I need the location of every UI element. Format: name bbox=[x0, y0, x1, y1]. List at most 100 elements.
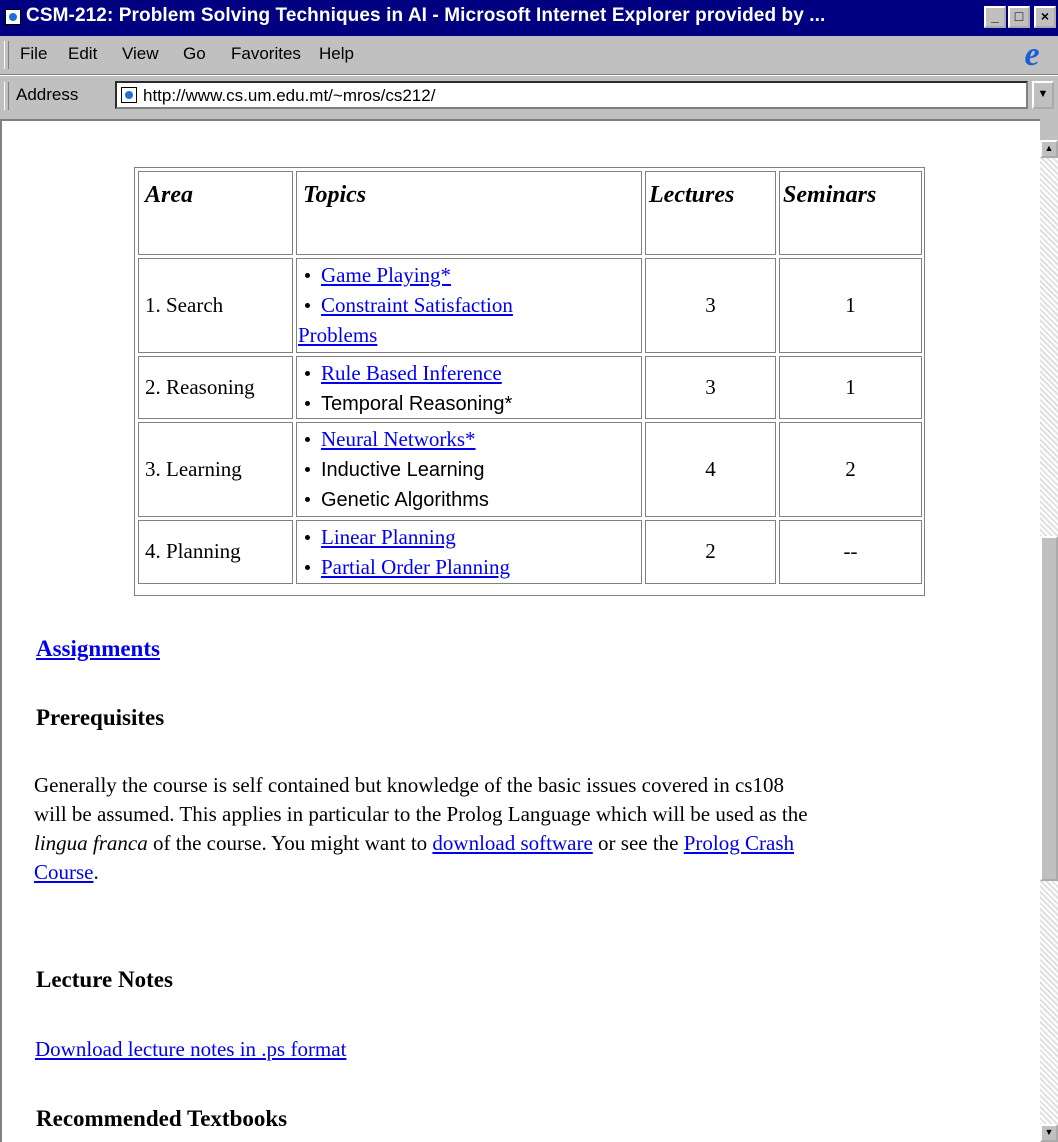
bullet-icon bbox=[305, 436, 310, 442]
menu-go[interactable]: Go bbox=[183, 44, 206, 64]
header-area: Area bbox=[138, 171, 293, 255]
ie-logo-icon: e bbox=[1024, 36, 1040, 73]
scroll-up-button[interactable]: ▲ bbox=[1040, 140, 1058, 158]
para-text: or see the bbox=[592, 831, 684, 855]
para-line-2: will be assumed. This applies in particu… bbox=[34, 802, 808, 826]
bullet-icon bbox=[305, 272, 310, 278]
menu-bar: File Edit View Go Favorites Help bbox=[0, 36, 1058, 75]
table-row-1-area: 1. Search bbox=[138, 258, 293, 353]
table-row-3-seminars: 2 bbox=[779, 422, 922, 517]
table-row-2-seminars: 1 bbox=[779, 356, 922, 419]
topic-item[interactable]: Rule Based Inference bbox=[301, 361, 502, 386]
lecture-notes-link[interactable]: Download lecture notes in .ps format bbox=[35, 1037, 346, 1062]
menu-help[interactable]: Help bbox=[319, 44, 354, 64]
header-seminars: Seminars bbox=[779, 171, 922, 255]
prerequisites-heading: Prerequisites bbox=[36, 705, 165, 730]
header-topics: Topics bbox=[296, 171, 642, 255]
lectures-count: 4 bbox=[705, 457, 716, 481]
table-row-3-topics: Neural Networks* Inductive Learning Gene… bbox=[296, 422, 642, 517]
assignments-link[interactable]: Assignments bbox=[36, 636, 160, 662]
table-row-2-topics: Rule Based Inference Temporal Reasoning* bbox=[296, 356, 642, 419]
table-row-3-area: 3. Learning bbox=[138, 422, 293, 517]
table-row-4-topics: Linear Planning Partial Order Planning bbox=[296, 520, 642, 584]
topic-item[interactable]: Partial Order Planning bbox=[301, 555, 510, 580]
minimize-button[interactable]: _ bbox=[984, 6, 1006, 28]
header-lectures: Lectures bbox=[645, 171, 776, 255]
scroll-thumb[interactable] bbox=[1040, 536, 1058, 881]
menu-favorites[interactable]: Favorites bbox=[231, 44, 301, 64]
seminars-count: 1 bbox=[845, 375, 856, 399]
prolog-crash-course-link-cont[interactable]: Course bbox=[34, 860, 94, 884]
table-row-1-lectures: 3 bbox=[645, 258, 776, 353]
bullet-icon bbox=[305, 564, 310, 570]
seminars-count: 1 bbox=[845, 293, 856, 317]
table-row-4-area: 4. Planning bbox=[138, 520, 293, 584]
seminars-count: 2 bbox=[845, 457, 856, 481]
scroll-down-button[interactable]: ▼ bbox=[1040, 1124, 1058, 1142]
topic-item[interactable]: Linear Planning bbox=[301, 525, 456, 550]
lectures-count: 2 bbox=[705, 539, 716, 563]
header-seminars-text: Seminars bbox=[783, 182, 877, 208]
topic-link[interactable]: Partial Order Planning bbox=[321, 555, 510, 579]
topic-link[interactable]: Rule Based Inference bbox=[321, 361, 502, 385]
prerequisites-paragraph: Generally the course is self contained b… bbox=[34, 771, 1014, 887]
topic-link[interactable]: Linear Planning bbox=[321, 525, 456, 549]
bullet-icon bbox=[305, 496, 310, 502]
window-title: CSM-212: Problem Solving Techniques in A… bbox=[26, 5, 826, 26]
seminars-count: -- bbox=[843, 539, 858, 563]
topic-link[interactable]: Game Playing* bbox=[321, 263, 451, 287]
para-line-1: Generally the course is self contained b… bbox=[34, 773, 784, 797]
topic-link[interactable]: Neural Networks* bbox=[321, 427, 476, 451]
addressbar-grip[interactable] bbox=[4, 82, 9, 110]
para-text: of the course. You might want to bbox=[147, 831, 433, 855]
area-text: 2. Reasoning bbox=[145, 375, 255, 399]
area-text: 3. Learning bbox=[145, 457, 242, 481]
topic-link[interactable]: Problems bbox=[298, 323, 377, 347]
ie-window-icon[interactable] bbox=[5, 9, 21, 25]
page-content: Area Topics Lectures Seminars 1. Search … bbox=[0, 119, 1040, 1142]
menu-edit[interactable]: Edit bbox=[68, 44, 97, 64]
topic-item[interactable]: Constraint Satisfaction bbox=[301, 293, 513, 318]
header-lectures-text: Lectures bbox=[649, 182, 735, 208]
header-topics-text: Topics bbox=[303, 182, 367, 208]
prolog-crash-course-link[interactable]: Prolog Crash bbox=[684, 831, 794, 855]
bullet-icon bbox=[305, 466, 310, 472]
download-software-link[interactable]: download software bbox=[432, 831, 592, 855]
topic-item[interactable]: Neural Networks* bbox=[301, 427, 476, 452]
lecture-notes-heading: Lecture Notes bbox=[36, 967, 173, 992]
address-url[interactable]: http://www.cs.um.edu.mt/~mros/cs212/ bbox=[143, 86, 435, 106]
menu-view[interactable]: View bbox=[122, 44, 159, 64]
area-text: 4. Planning bbox=[145, 539, 241, 563]
bullet-icon bbox=[305, 534, 310, 540]
vertical-scrollbar[interactable]: ▲ ▼ bbox=[1040, 140, 1058, 1142]
topic-link[interactable]: Constraint Satisfaction bbox=[321, 293, 513, 317]
header-area-text: Area bbox=[145, 182, 193, 208]
table-row-1-seminars: 1 bbox=[779, 258, 922, 353]
table-row-3-lectures: 4 bbox=[645, 422, 776, 517]
topic-text: Genetic Algorithms bbox=[321, 489, 489, 511]
topic-text: Inductive Learning bbox=[321, 459, 485, 481]
menubar-grip[interactable] bbox=[4, 41, 9, 69]
para-emphasis: lingua franca bbox=[34, 831, 148, 855]
address-label: Address bbox=[16, 85, 79, 104]
topic-text: Temporal Reasoning* bbox=[321, 393, 513, 415]
lectures-count: 3 bbox=[705, 375, 716, 399]
table-row-2-area: 2. Reasoning bbox=[138, 356, 293, 419]
table-row-4-lectures: 2 bbox=[645, 520, 776, 584]
topic-item: Temporal Reasoning* bbox=[301, 391, 512, 416]
table-row-2-lectures: 3 bbox=[645, 356, 776, 419]
lectures-count: 3 bbox=[705, 293, 716, 317]
table-row-4-seminars: -- bbox=[779, 520, 922, 584]
menu-file[interactable]: File bbox=[20, 44, 47, 64]
topic-item: Genetic Algorithms bbox=[301, 487, 489, 512]
topic-item-wrap[interactable]: Problems bbox=[298, 323, 377, 348]
address-input[interactable]: http://www.cs.um.edu.mt/~mros/cs212/ bbox=[115, 81, 1028, 109]
bullet-icon bbox=[305, 370, 310, 376]
address-dropdown-button[interactable]: ▼ bbox=[1032, 81, 1054, 109]
close-button[interactable]: × bbox=[1034, 6, 1056, 28]
table-row-1-topics: Game Playing* Constraint Satisfaction Pr… bbox=[296, 258, 642, 353]
topic-item[interactable]: Game Playing* bbox=[301, 263, 451, 288]
address-bar: Address http://www.cs.um.edu.mt/~mros/cs… bbox=[0, 75, 1058, 118]
maximize-button[interactable]: □ bbox=[1008, 6, 1030, 28]
title-bar: CSM-212: Problem Solving Techniques in A… bbox=[0, 0, 1058, 36]
